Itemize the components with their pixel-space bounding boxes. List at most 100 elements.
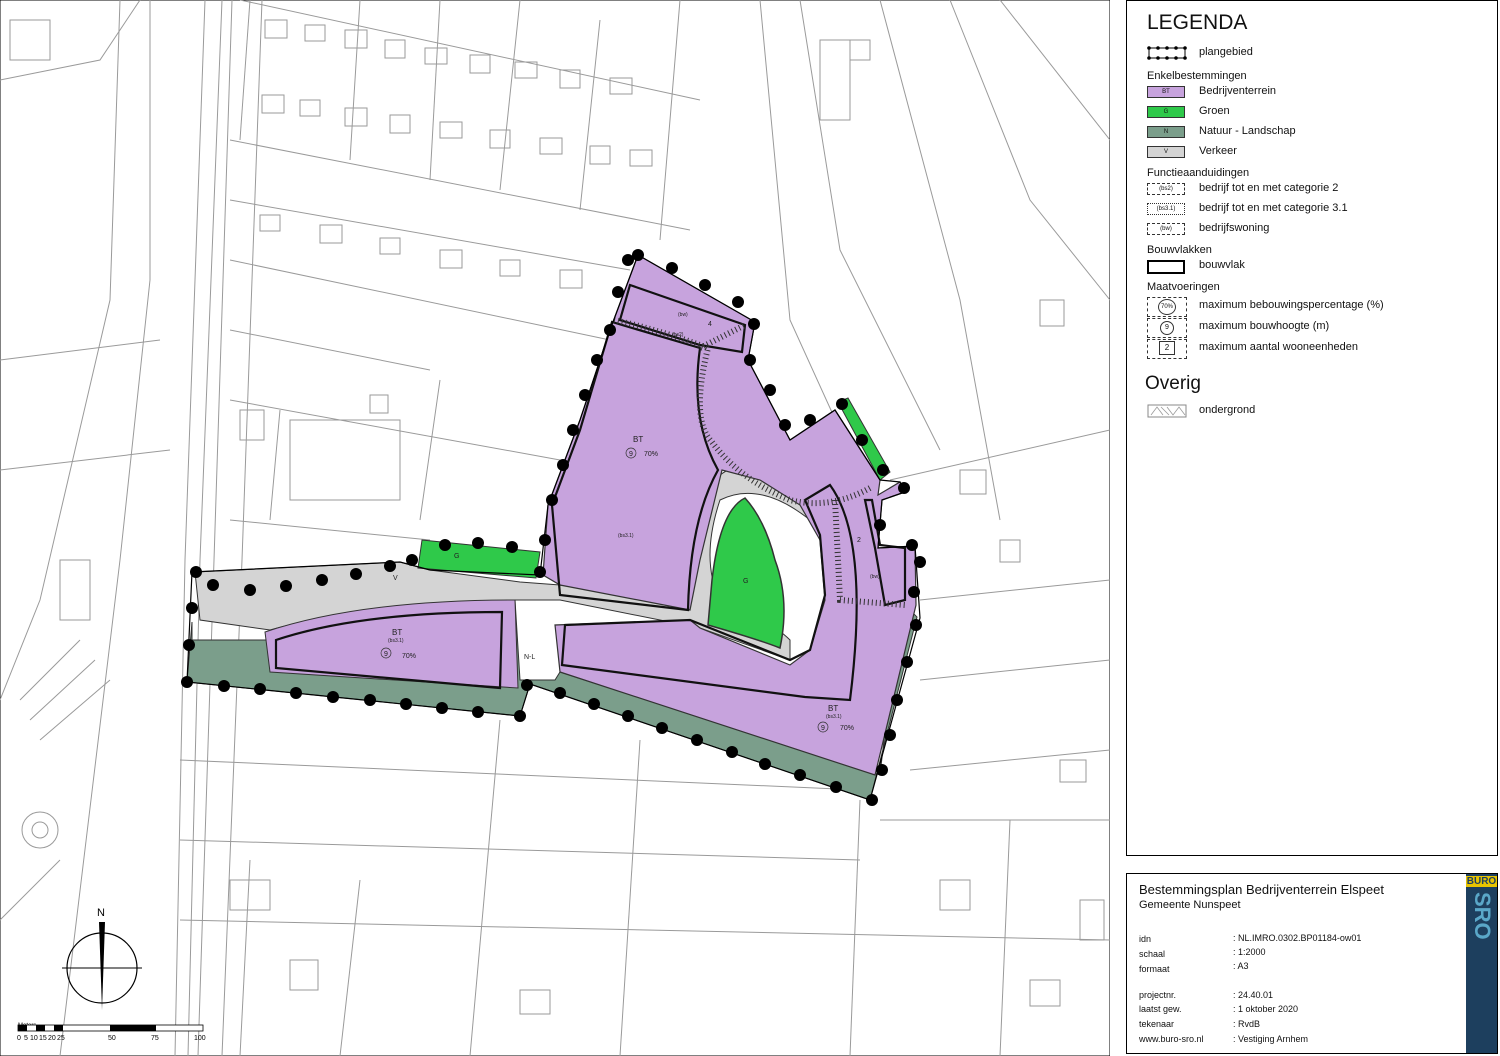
zoning-map: BT 9 70% (bs3.1) (bw) (bs2) 4 2 (bw) G G… bbox=[0, 0, 1110, 1056]
legend-label-bs2: bedrijf tot en met categorie 2 bbox=[1199, 182, 1339, 194]
bouwhoogte-code: 9 bbox=[1160, 321, 1174, 335]
tb-key-schaal: schaal bbox=[1139, 949, 1166, 959]
legend-label-bouwhoogte: maximum bouwhoogte (m) bbox=[1199, 320, 1330, 332]
map-label-groen-west: G bbox=[454, 553, 459, 560]
buro-sro-logo: BURO SRO bbox=[1466, 874, 1497, 1053]
title-block: Bestemmingsplan Bedrijventerrein Elspeet… bbox=[1126, 873, 1498, 1054]
groen-swatch: G bbox=[1147, 106, 1185, 118]
legend-heading-overig: Overig bbox=[1145, 373, 1201, 394]
map-label-bw-east: (bw) bbox=[870, 574, 880, 580]
legend-label-bw: bedrijfswoning bbox=[1199, 222, 1270, 234]
scale-tick-4: 20 bbox=[48, 1035, 56, 1042]
map-label-bw-north: (bw) bbox=[678, 312, 688, 318]
legend-item-plangebied: plangebied bbox=[1147, 45, 1487, 63]
map-label-verkeer: V bbox=[393, 575, 398, 582]
tb-key-tekenaar: tekenaar bbox=[1139, 1019, 1175, 1029]
legend-item-bedrijventerrein: BT Bedrijventerrein bbox=[1147, 84, 1487, 102]
bs2-swatch: (bs2) bbox=[1147, 183, 1185, 195]
legend-heading-bouwvlakken: Bouwvlakken bbox=[1147, 244, 1212, 256]
wooneenheden-swatch: 2 bbox=[1147, 339, 1187, 359]
legend-heading-maatvoeringen: Maatvoeringen bbox=[1147, 281, 1220, 293]
map-label-bt-west-pct: 70% bbox=[402, 653, 416, 660]
legend-panel: LEGENDA plangebied Enkelbestemmingen BT … bbox=[1126, 0, 1498, 856]
legend-item-groen: G Groen bbox=[1147, 104, 1487, 122]
legend-item-bs2: (bs2) bedrijf tot en met categorie 2 bbox=[1147, 181, 1487, 199]
tb-value-laatst-gew: : 1 oktober 2020 bbox=[1233, 1004, 1299, 1014]
tb-key-formaat: formaat bbox=[1139, 964, 1170, 974]
bebouwingspercentage-code: 70% bbox=[1158, 299, 1176, 315]
legend-label-natuur: Natuur - Landschap bbox=[1199, 125, 1296, 137]
verkeer-swatch: V bbox=[1147, 146, 1185, 158]
map-label-units-north: 4 bbox=[708, 321, 712, 328]
bedrijventerrein-swatch: BT bbox=[1147, 86, 1185, 98]
tb-value-schaal: : 1:2000 bbox=[1233, 947, 1266, 957]
map-label-bt-south-sub: (bs3.1) bbox=[826, 714, 842, 720]
legend-label-plangebied: plangebied bbox=[1199, 46, 1253, 58]
map-label-bt-south: BT bbox=[828, 704, 838, 713]
map-label-bt-west-sub: (bs3.1) bbox=[388, 638, 404, 644]
scale-tick-0: 0 bbox=[17, 1035, 21, 1042]
natuur-swatch: N bbox=[1147, 126, 1185, 138]
bs31-swatch: (bs3.1) bbox=[1147, 203, 1185, 215]
tb-value-formaat: : A3 bbox=[1233, 961, 1249, 971]
scale-tick-5: 25 bbox=[57, 1035, 65, 1042]
ondergrond-symbol bbox=[1147, 404, 1187, 418]
legend-item-ondergrond: ondergrond bbox=[1147, 403, 1487, 421]
tb-value-tekenaar: : RvdB bbox=[1233, 1019, 1261, 1029]
map-label-bt-south-pct: 70% bbox=[840, 725, 854, 732]
map-label-bs31-mid: (bs3.1) bbox=[618, 533, 634, 539]
legend-label-wooneenheden: maximum aantal wooneenheden bbox=[1199, 341, 1358, 353]
tb-key-website[interactable]: www.buro-sro.nl bbox=[1139, 1034, 1204, 1044]
tb-key-idn: idn bbox=[1139, 934, 1152, 944]
map-label-bt-west: BT bbox=[392, 628, 402, 637]
map-label-bt-north-height: 9 bbox=[629, 451, 633, 458]
legend-item-natuur: N Natuur - Landschap bbox=[1147, 124, 1487, 142]
legend-label-bouwvlak: bouwvlak bbox=[1199, 259, 1245, 271]
map-label-bt-north: BT bbox=[633, 435, 643, 444]
scale-tick-8: 100 bbox=[194, 1035, 206, 1042]
plan-title: Bestemmingsplan Bedrijventerrein Elspeet bbox=[1139, 882, 1384, 897]
map-label-groen-center: G bbox=[743, 578, 748, 585]
legend-label-bs31: bedrijf tot en met categorie 3.1 bbox=[1199, 202, 1348, 214]
north-arrow-label: N bbox=[97, 907, 105, 919]
bebouwingspercentage-swatch: 70% bbox=[1147, 297, 1187, 317]
tb-value-projectnr: : 24.40.01 bbox=[1233, 990, 1274, 1000]
legend-label-bebouwingspercentage: maximum bebouwingspercentage (%) bbox=[1199, 299, 1384, 311]
legend-item-bw: (bw) bedrijfswoning bbox=[1147, 221, 1487, 239]
map-label-bt-west-height: 9 bbox=[384, 651, 388, 658]
legend-item-wooneenheden: 2 maximum aantal wooneenheden bbox=[1147, 337, 1487, 359]
scale-tick-2: 10 bbox=[30, 1035, 38, 1042]
map-label-units-east: 2 bbox=[857, 537, 861, 544]
legend-heading-enkelbestemmingen: Enkelbestemmingen bbox=[1147, 70, 1247, 82]
legend-label-verkeer: Verkeer bbox=[1199, 145, 1237, 157]
legend-item-bouwhoogte: 9 maximum bouwhoogte (m) bbox=[1147, 316, 1487, 338]
bouwvlak-swatch bbox=[1147, 260, 1185, 274]
tb-key-laatst-gew: laatst gew. bbox=[1139, 1004, 1182, 1014]
plan-subtitle: Gemeente Nunspeet bbox=[1139, 899, 1241, 911]
logo-sro-text: SRO bbox=[1470, 892, 1495, 940]
scale-tick-6: 50 bbox=[108, 1035, 116, 1042]
legend-label-bedrijventerrein: Bedrijventerrein bbox=[1199, 85, 1277, 97]
legend-item-verkeer: V Verkeer bbox=[1147, 144, 1487, 162]
legend-label-ondergrond: ondergrond bbox=[1199, 404, 1256, 416]
tb-value-idn: : NL.IMRO.0302.BP01184-ow01 bbox=[1233, 933, 1362, 943]
legend-title: LEGENDA bbox=[1147, 11, 1248, 34]
plangebied-symbol bbox=[1147, 46, 1187, 60]
map-label-bt-north-pct: 70% bbox=[644, 451, 658, 458]
bouwhoogte-swatch: 9 bbox=[1147, 318, 1187, 338]
legend-item-bouwvlak: bouwvlak bbox=[1147, 258, 1487, 276]
scale-tick-3: 15 bbox=[39, 1035, 47, 1042]
map-label-bt-south-height: 9 bbox=[821, 725, 825, 732]
legend-item-bs31: (bs3.1) bedrijf tot en met categorie 3.1 bbox=[1147, 201, 1487, 219]
wooneenheden-code: 2 bbox=[1159, 341, 1175, 355]
legend-label-groen: Groen bbox=[1199, 105, 1230, 117]
tb-value-vestiging: : Vestiging Arnhem bbox=[1233, 1034, 1309, 1044]
tb-key-projectnr: projectnr. bbox=[1139, 990, 1177, 1000]
map-label-bs2-north: (bs2) bbox=[672, 332, 684, 338]
scale-tick-7: 75 bbox=[151, 1035, 159, 1042]
legend-item-bebouwingspercentage: 70% maximum bebouwingspercentage (%) bbox=[1147, 295, 1487, 317]
legend-heading-functieaanduidingen: Functieaanduidingen bbox=[1147, 167, 1250, 179]
scale-tick-1: 5 bbox=[24, 1035, 28, 1042]
bw-swatch: (bw) bbox=[1147, 223, 1185, 235]
logo-buro-text: BURO bbox=[1466, 876, 1497, 887]
